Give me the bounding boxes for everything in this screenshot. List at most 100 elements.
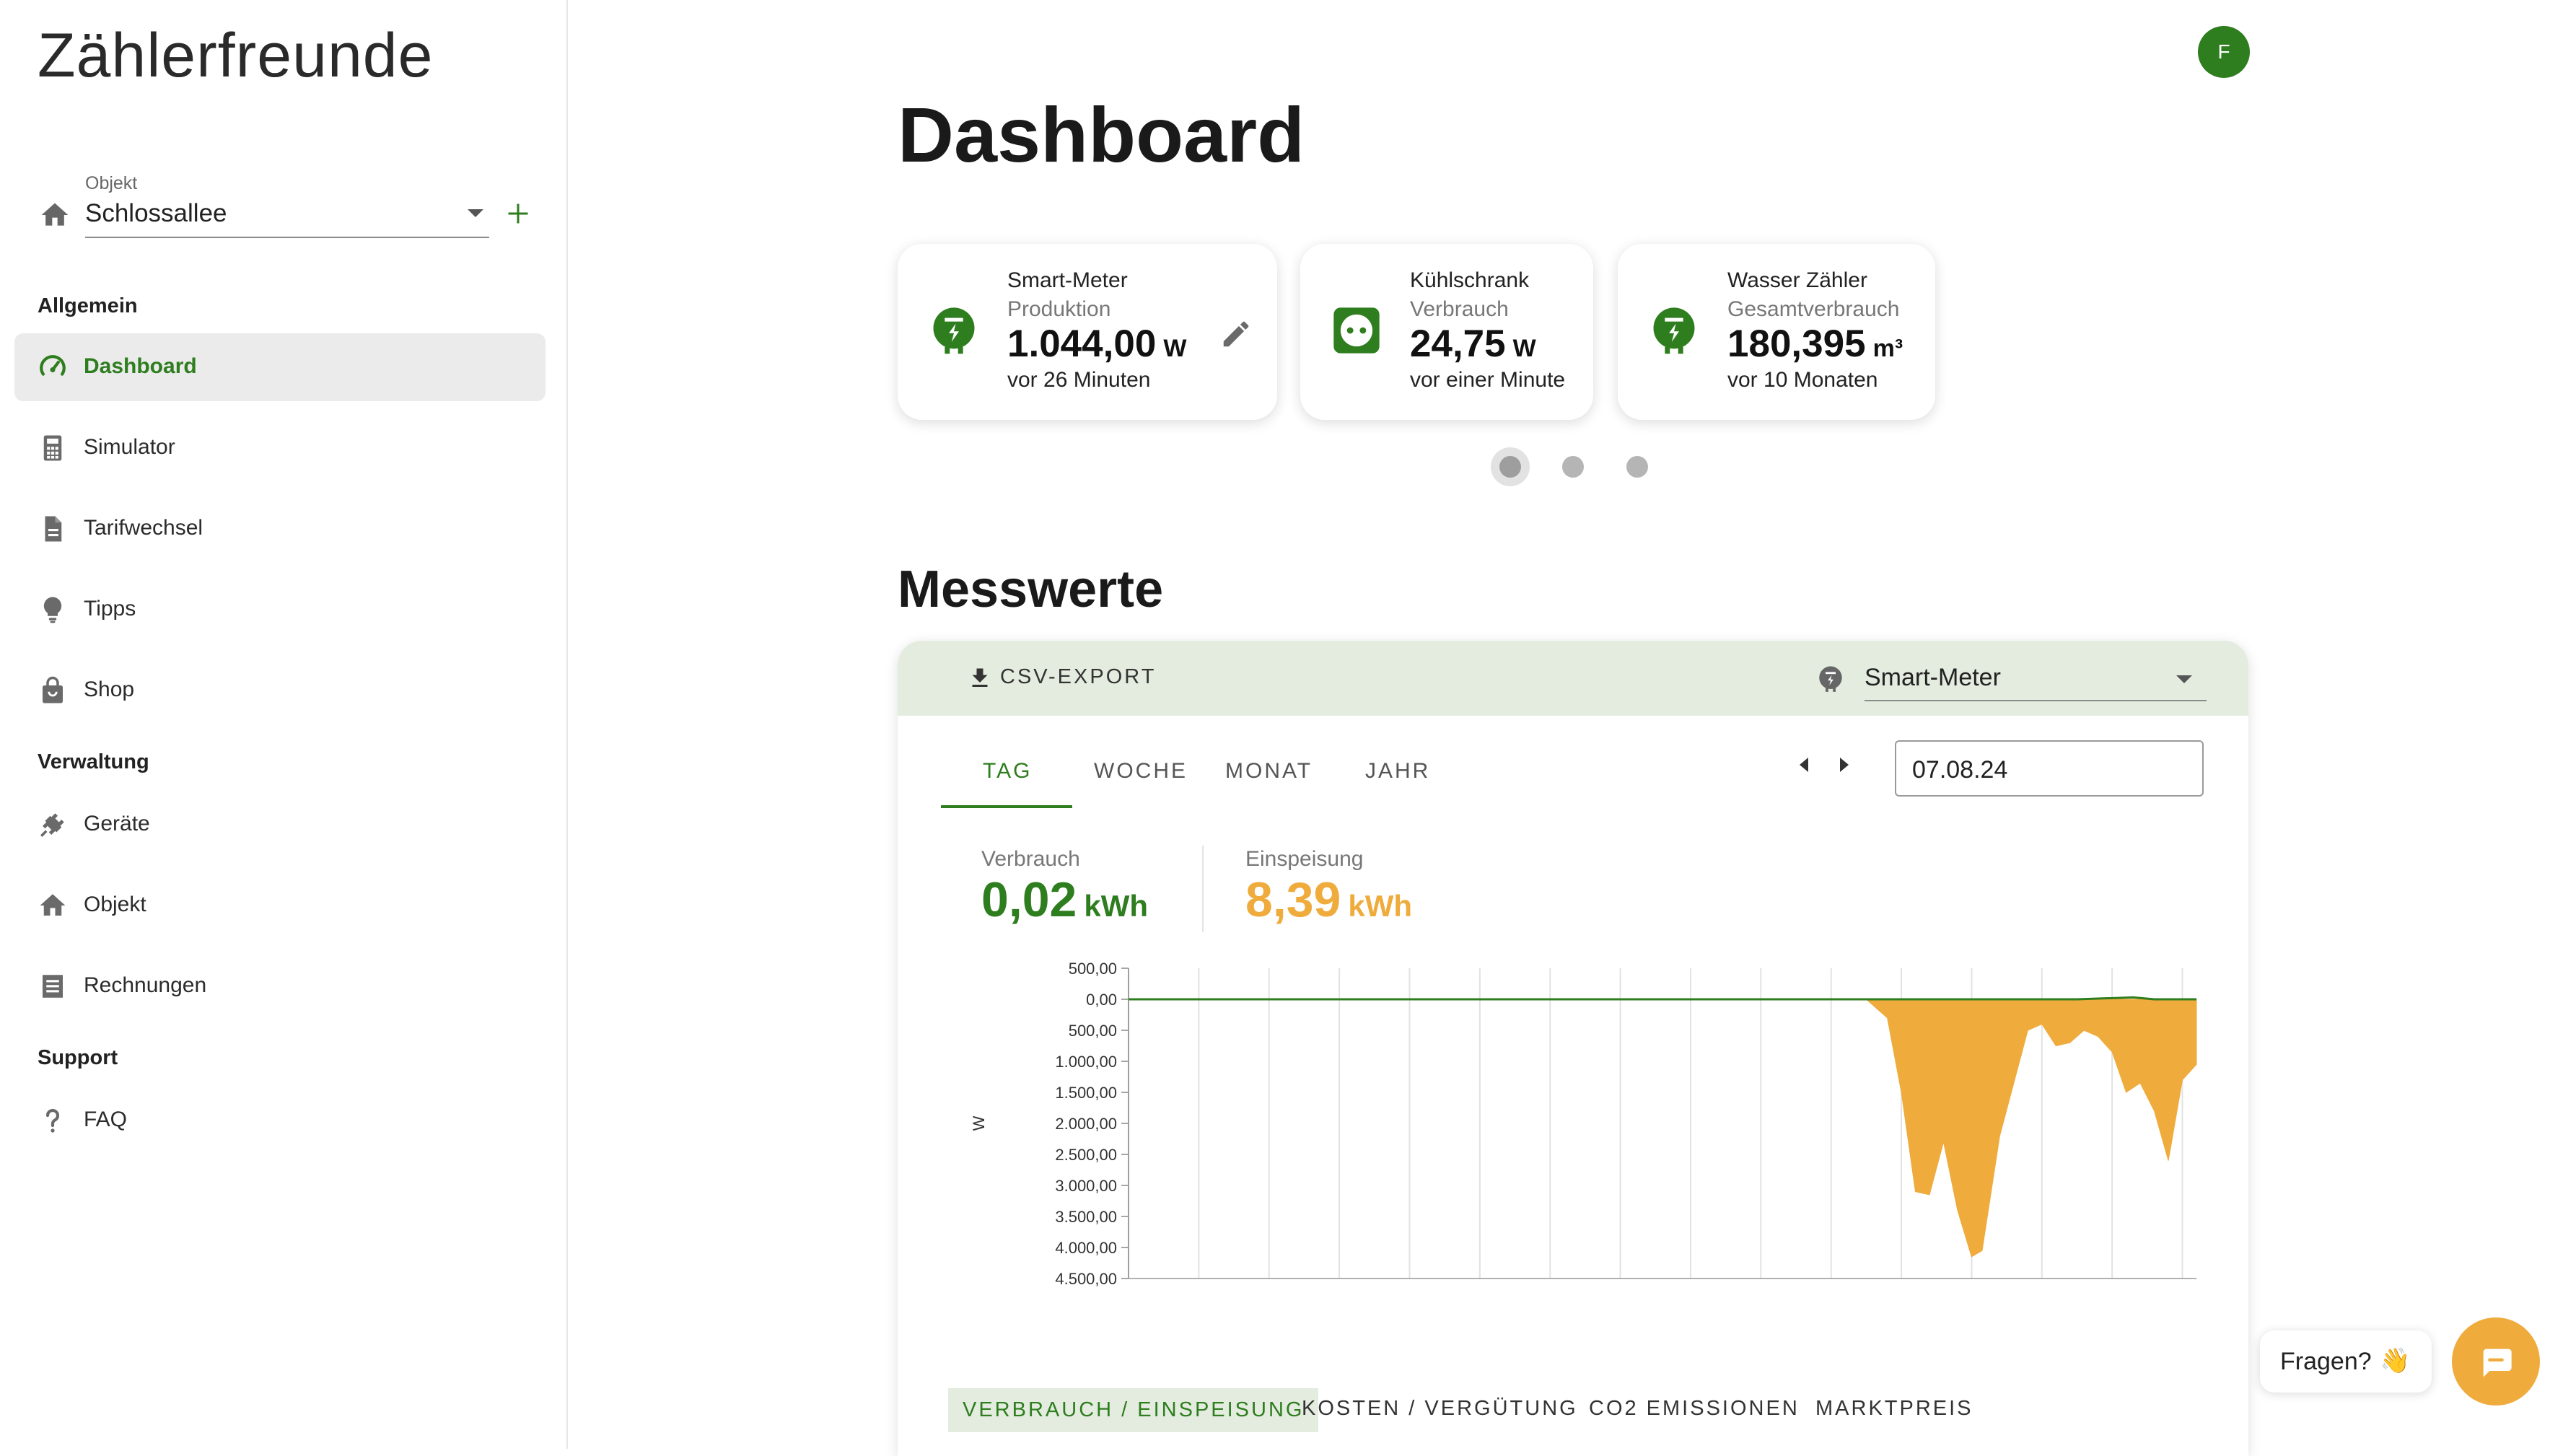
sidebar: Zählerfreunde Objekt Schlossallee Allgem… (0, 0, 568, 1449)
card-device-name: Kühlschrank (1410, 268, 1530, 292)
nav-simulator-label: Simulator (84, 435, 175, 459)
shopping-bag-icon (43, 676, 63, 703)
card-timestamp: vor 26 Minuten (1007, 368, 1151, 392)
y-tick-label: 3.500,00 (1055, 1208, 1117, 1226)
measurement-chart[interactable]: 500,00 0,00 500,00 1.000,00 1.500,00 2.000,00… (926, 958, 2225, 1290)
stats-divider (1202, 846, 1204, 932)
carousel-dot-3[interactable] (1626, 456, 1648, 478)
y-tick-label: 4.000,00 (1055, 1239, 1117, 1257)
active-tab-indicator (941, 805, 1072, 808)
y-tick-label: 0,00 (1086, 991, 1117, 1009)
caret-down-icon (2176, 675, 2192, 683)
card-value-number: 24,75 (1410, 323, 1506, 365)
consumption-total: 0,02 kWh (981, 872, 1148, 928)
tab-monat[interactable]: MONAT (1225, 759, 1313, 784)
device-card-wasser-zaehler[interactable]: Wasser Zähler Gesamtverbrauch 180,395 m³ … (1618, 244, 1935, 420)
question-icon (45, 1108, 60, 1133)
device-card-smart-meter[interactable]: Smart-Meter Produktion 1.044,00 W vor 26 … (898, 244, 1277, 420)
nav-simulator[interactable]: Simulator (14, 414, 546, 482)
card-measure-type: Produktion (1007, 297, 1111, 321)
nav-shop[interactable]: Shop (14, 657, 546, 724)
card-value: 24,75 W (1410, 322, 1536, 366)
bottom-tab-verbrauch-einspeisung[interactable]: VERBRAUCH / EINSPEISUNG (948, 1388, 1319, 1432)
nav-tarifwechsel[interactable]: Tarifwechsel (14, 495, 546, 563)
nav-objekt[interactable]: Objekt (14, 872, 546, 939)
y-tick-label: 3.000,00 (1055, 1177, 1117, 1195)
nav-faq[interactable]: FAQ (14, 1087, 546, 1154)
card-value-unit: W (1163, 335, 1187, 362)
card-measure-type: Gesamtverbrauch (1727, 297, 1900, 321)
receipt-icon (43, 975, 63, 998)
help-prompt-label: Fragen? (2280, 1348, 2372, 1375)
home-icon (40, 894, 66, 916)
consumption-unit: kWh (1084, 889, 1149, 923)
home-icon (41, 203, 69, 226)
section-admin: Verwaltung (38, 750, 149, 773)
feed-in-label: Einspeisung (1245, 847, 1364, 871)
app-root: Zählerfreunde Objekt Schlossallee Allgem… (0, 0, 2550, 1456)
plug-icon (40, 813, 64, 837)
previous-day-arrow-icon[interactable] (1800, 758, 1808, 772)
card-timestamp: vor einer Minute (1410, 368, 1566, 392)
y-tick-label: 500,00 (1069, 960, 1117, 978)
card-measure-type: Verbrauch (1410, 297, 1509, 321)
add-object-button[interactable] (505, 201, 531, 227)
app-logo[interactable]: Zählerfreunde (38, 20, 433, 92)
nav-faq-label: FAQ (84, 1108, 128, 1131)
y-tick-label: 1.500,00 (1055, 1084, 1117, 1102)
section-general: Allgemein (38, 294, 138, 317)
card-value-number: 180,395 (1727, 323, 1866, 365)
nav-tipps-label: Tipps (84, 597, 136, 620)
y-tick-label: 4.500,00 (1055, 1270, 1117, 1288)
date-field[interactable]: 07.08.24 (1895, 740, 2204, 797)
tab-woche[interactable]: WOCHE (1094, 759, 1188, 784)
next-day-arrow-icon[interactable] (1840, 758, 1849, 772)
socket-icon (1333, 307, 1380, 354)
meter-select-value: Smart-Meter (1865, 664, 2001, 691)
tab-jahr[interactable]: JAHR (1365, 759, 1430, 784)
chat-button[interactable] (2452, 1317, 2540, 1405)
lightbulb-icon (43, 597, 62, 623)
y-axis-label: W (970, 1115, 988, 1131)
measurements-panel: CSV-EXPORT Smart-Meter TAG WOCHE MONAT J… (898, 641, 2248, 1456)
feed-in-total: 8,39 kWh (1245, 872, 1412, 928)
chat-bubble-icon (2483, 1348, 2512, 1377)
bottom-tab-co2-emissionen[interactable]: CO2 EMISSIONEN (1589, 1397, 1800, 1421)
meter-select[interactable]: Smart-Meter (1865, 655, 2207, 701)
speedometer-icon (40, 355, 66, 376)
consumption-label: Verbrauch (981, 847, 1080, 871)
nav-rechnungen[interactable]: Rechnungen (14, 952, 546, 1020)
carousel-dot-1[interactable] (1499, 456, 1521, 478)
panel-toolbar: CSV-EXPORT Smart-Meter (898, 641, 2248, 716)
tab-tag[interactable]: TAG (983, 759, 1032, 784)
device-card-kuehlschrank[interactable]: Kühlschrank Verbrauch 24,75 W vor einer M… (1300, 244, 1593, 420)
section-support: Support (38, 1046, 118, 1069)
card-timestamp: vor 10 Monaten (1727, 368, 1878, 392)
help-prompt[interactable]: Fragen? 👋 (2260, 1330, 2432, 1393)
feed-in-unit: kWh (1348, 889, 1413, 923)
card-device-name: Wasser Zähler (1727, 268, 1867, 292)
document-icon (45, 516, 62, 542)
card-device-name: Smart-Meter (1007, 268, 1128, 292)
nav-dashboard[interactable]: Dashboard (14, 333, 546, 401)
y-tick-label: 500,00 (1069, 1022, 1117, 1040)
nav-objekt-label: Objekt (84, 893, 146, 916)
nav-dashboard-label: Dashboard (84, 354, 197, 378)
download-icon (972, 668, 988, 687)
edit-pencil-icon[interactable] (1219, 317, 1253, 351)
card-value-number: 1.044,00 (1007, 323, 1157, 365)
nav-tipps[interactable]: Tipps (14, 576, 546, 644)
bottom-tab-kosten-verguetung[interactable]: KOSTEN / VERGÜTUNG (1302, 1397, 1578, 1421)
nav-rechnungen-label: Rechnungen (84, 973, 207, 997)
feed-in-area (1129, 999, 2197, 1258)
user-avatar[interactable]: F (2198, 26, 2250, 78)
card-value-unit: m³ (1872, 335, 1903, 362)
object-select[interactable]: Schlossallee (85, 195, 489, 238)
bottom-tab-marktpreis[interactable]: MARKTPREIS (1815, 1397, 1973, 1421)
carousel-dot-2[interactable] (1562, 456, 1584, 478)
feed-in-value: 8,39 (1245, 872, 1341, 927)
csv-export-button[interactable]: CSV-EXPORT (1000, 665, 1156, 689)
nav-geraete[interactable]: Geräte (14, 791, 546, 859)
card-value: 1.044,00 W (1007, 322, 1186, 366)
section-title-messwerte: Messwerte (898, 561, 1164, 618)
